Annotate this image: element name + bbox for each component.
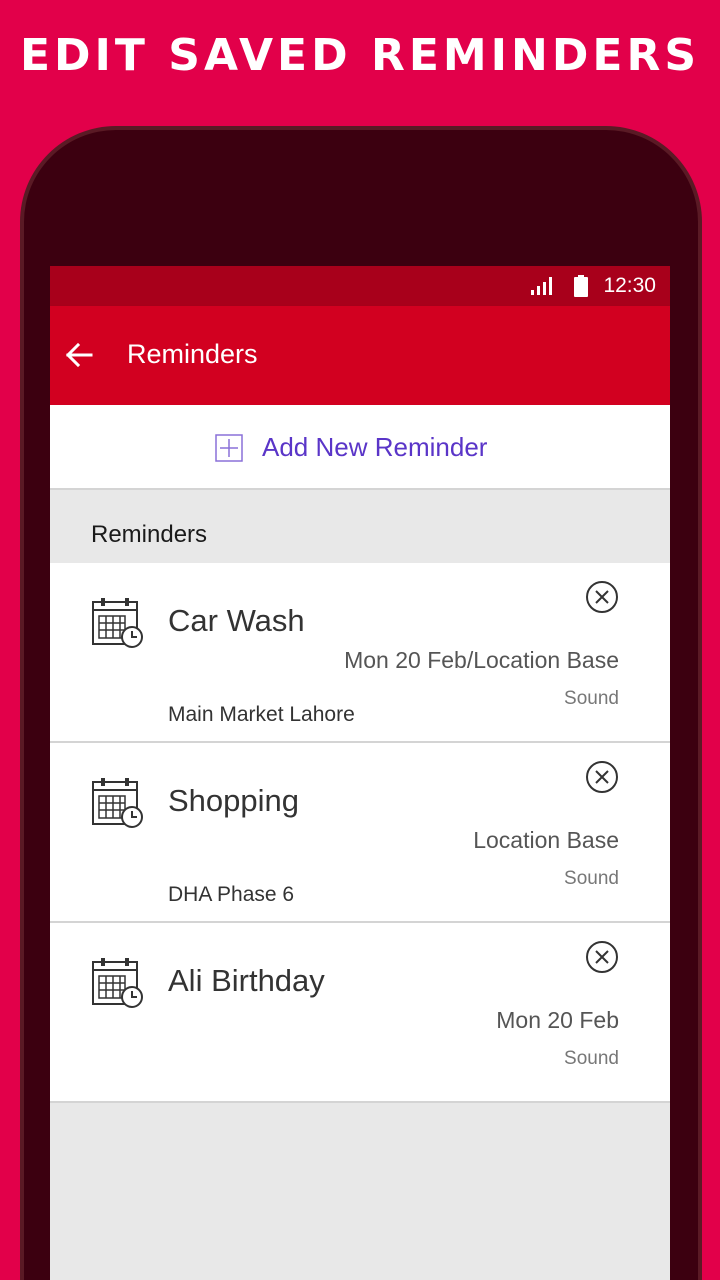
phone-screen: 12:30 Reminders Add New Reminder Reminde… xyxy=(50,266,670,1280)
reminder-when: Location Base xyxy=(473,827,619,853)
calendar-clock-icon xyxy=(92,778,143,828)
delete-reminder-icon[interactable] xyxy=(585,580,619,614)
calendar-clock-icon xyxy=(92,958,143,1008)
section-header: Reminders xyxy=(50,490,670,563)
reminder-sound: Sound xyxy=(564,1048,619,1069)
reminder-location: Main Market Lahore xyxy=(168,703,355,726)
reminder-item-ali-birthday[interactable]: Ali Birthday Mon 20 Feb Sound xyxy=(50,923,670,1103)
reminder-sound: Sound xyxy=(564,868,619,889)
add-new-reminder-label: Add New Reminder xyxy=(262,432,488,462)
banner-title: EDIT SAVED REMINDERS xyxy=(19,30,701,81)
page-title: Reminders xyxy=(127,339,258,369)
reminder-sound: Sound xyxy=(564,688,619,709)
reminder-when: Mon 20 Feb xyxy=(496,1007,619,1033)
reminder-item-shopping[interactable]: Shopping Location Base Sound DHA Phase 6 xyxy=(50,743,670,923)
app-bar: Reminders xyxy=(50,306,670,405)
add-new-reminder-button[interactable]: Add New Reminder xyxy=(50,405,670,490)
arrow-left-icon[interactable] xyxy=(64,340,94,370)
delete-reminder-icon[interactable] xyxy=(585,940,619,974)
reminder-location: DHA Phase 6 xyxy=(168,883,295,906)
reminder-when: Mon 20 Feb/Location Base xyxy=(344,647,619,673)
reminder-title: Shopping xyxy=(168,783,300,818)
plus-square-icon xyxy=(215,434,243,462)
status-time: 12:30 xyxy=(603,274,656,297)
calendar-clock-icon xyxy=(92,598,143,648)
status-bar: 12:30 xyxy=(50,266,670,306)
section-title: Reminders xyxy=(91,521,208,548)
battery-icon xyxy=(574,275,588,297)
reminder-item-car-wash[interactable]: Car Wash Mon 20 Feb/Location Base Sound … xyxy=(50,563,670,743)
delete-reminder-icon[interactable] xyxy=(585,760,619,794)
reminder-title: Car Wash xyxy=(168,603,305,638)
signal-icon xyxy=(531,277,552,295)
reminder-title: Ali Birthday xyxy=(168,963,325,998)
